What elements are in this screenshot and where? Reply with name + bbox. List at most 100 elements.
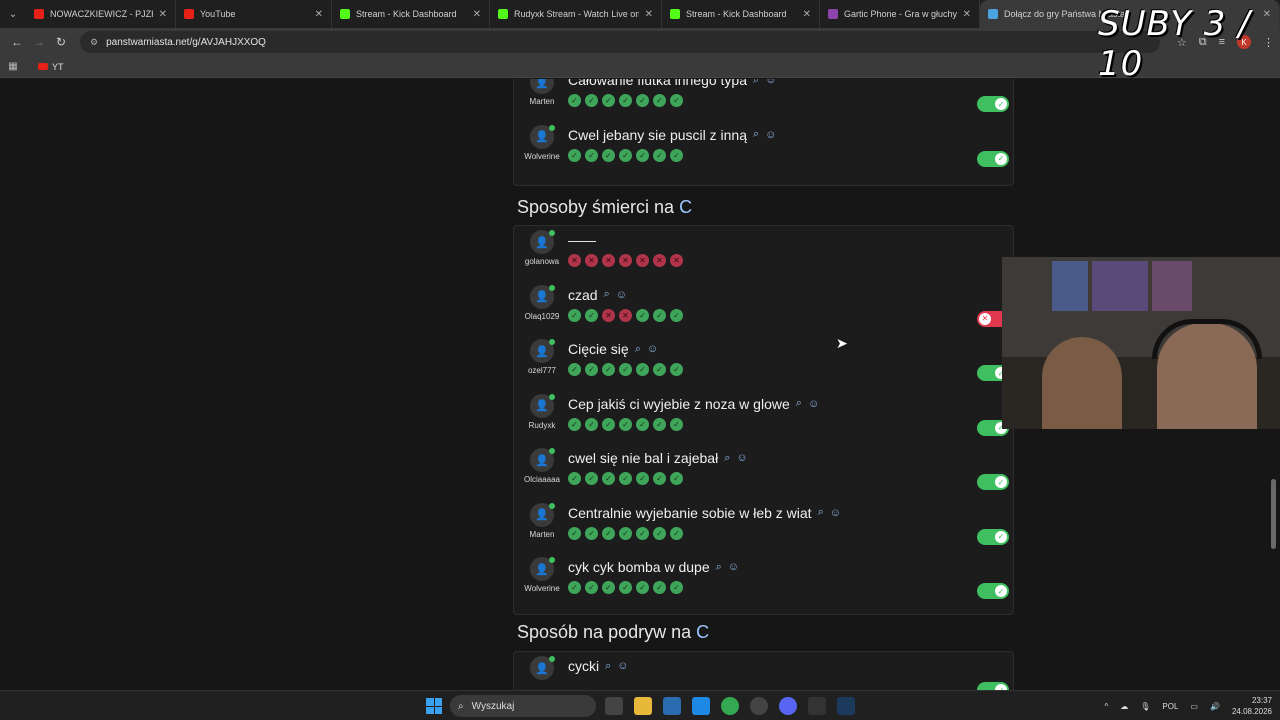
answers-card: 👤 cycki ⌕ ☺ ✓ <box>513 651 1014 690</box>
user-icon: 👤 <box>535 79 549 89</box>
accept-toggle[interactable]: ✓ <box>977 96 1009 112</box>
forward-arrow-icon[interactable]: → <box>28 35 50 49</box>
accept-toggle[interactable]: ✓ <box>977 528 1009 545</box>
player: 👤 Olciaaaaa <box>520 448 564 484</box>
user-icon: 👤 <box>535 509 549 521</box>
clock[interactable]: 23:37 24.08.2026 <box>1232 695 1272 717</box>
vote-accept-icon: ✓ <box>602 94 615 107</box>
user-icon: 👤 <box>535 291 549 303</box>
apps-grid-icon[interactable]: ▦ <box>0 61 26 72</box>
vote-accept-icon: ✓ <box>619 417 632 431</box>
vote-accept-icon: ✓ <box>619 526 632 540</box>
vote-accept-icon: ✓ <box>653 148 666 162</box>
vote-accept-icon: ✓ <box>602 417 615 431</box>
vote-accept-icon: ✓ <box>636 526 649 540</box>
outlook-icon[interactable] <box>692 697 710 715</box>
site-info-icon[interactable]: ⚙ <box>90 37 98 48</box>
emoji-icon[interactable]: ☺ <box>647 343 658 355</box>
answer-row: 👤 cycki ⌕ ☺ ✓ <box>514 656 1015 690</box>
accept-toggle[interactable]: ✓ <box>977 682 1009 690</box>
discord-icon[interactable] <box>779 697 797 715</box>
browser-tab[interactable]: Stream - Kick Dashboard ✕ <box>662 0 820 28</box>
close-icon[interactable]: ✕ <box>645 9 653 20</box>
vote-accept-icon: ✓ <box>585 363 598 376</box>
language-indicator[interactable]: POL <box>1162 702 1178 711</box>
online-dot <box>549 124 555 131</box>
search-icon[interactable]: ⌕ <box>635 343 641 356</box>
browser-tab[interactable]: Rudyxk Stream - Watch Live on ✕ <box>490 0 662 28</box>
close-icon[interactable]: ✕ <box>803 9 811 20</box>
browser-tab[interactable]: NOWACZKIEWICZ - PJZK ft ✕ <box>26 0 176 28</box>
emoji-icon[interactable]: ☺ <box>736 452 747 464</box>
vote-accept-icon: ✓ <box>670 581 683 594</box>
player: 👤 Olaq1029 <box>520 284 564 321</box>
player-name: Rudyxk <box>528 420 556 430</box>
network-icon[interactable]: ▭ <box>1190 702 1198 711</box>
close-icon[interactable]: ✕ <box>963 9 971 20</box>
search-icon[interactable]: ⌕ <box>796 397 802 410</box>
volume-icon[interactable]: 🔊 <box>1210 702 1220 711</box>
tab-title: Stream - Kick Dashboard <box>356 9 457 19</box>
vote-accept-icon: ✓ <box>619 148 632 162</box>
page-scrollbar[interactable] <box>1271 479 1276 549</box>
close-icon[interactable]: ✕ <box>473 9 481 20</box>
search-icon[interactable]: ⌕ <box>605 660 611 673</box>
emoji-icon[interactable]: ☺ <box>765 129 776 141</box>
store-icon[interactable] <box>663 697 681 715</box>
votes: ✓ ✓ ✓ ✓ ✓ ✓ ✓ <box>568 363 683 376</box>
emoji-icon[interactable]: ☺ <box>728 561 739 573</box>
accept-toggle[interactable]: ✓ <box>977 474 1009 490</box>
answer: Całowanie fiutka innego typa ⌕ ☺ <box>568 79 776 88</box>
search-icon[interactable]: ⌕ <box>716 561 722 574</box>
bookmark-yt[interactable]: YT <box>38 62 64 72</box>
reload-icon[interactable]: ↻ <box>50 35 72 49</box>
emoji-icon[interactable]: ☺ <box>765 79 776 86</box>
steam-icon[interactable] <box>837 697 855 715</box>
taskbar-search[interactable]: ⌕ Wyszukaj <box>450 695 596 717</box>
emoji-icon[interactable]: ☺ <box>808 398 819 410</box>
vote-accept-icon: ✓ <box>602 148 615 162</box>
accept-toggle[interactable]: ✓ <box>977 583 1009 599</box>
answer-text: cyk cyk bomba w dupe <box>568 559 710 575</box>
search-icon[interactable]: ⌕ <box>724 452 730 465</box>
emoji-icon[interactable]: ☺ <box>616 289 627 301</box>
chrome-icon[interactable] <box>721 697 739 715</box>
browser-tab[interactable]: YouTube ✕ <box>176 0 332 28</box>
avatar: 👤 <box>530 448 555 472</box>
microphone-icon[interactable]: 🎙 <box>1140 702 1150 711</box>
address-bar[interactable]: ⚙ panstwamiasta.net/g/AVJAHJXXOQ <box>80 31 1160 53</box>
vote-accept-icon: ✓ <box>636 94 649 107</box>
vote-reject-icon: ✕ <box>602 254 615 267</box>
browser-tab[interactable]: Gartic Phone - Gra w głuchy tel ✕ <box>820 0 980 28</box>
close-icon[interactable]: ✕ <box>315 9 323 20</box>
answer: Cwel jebany sie puscil z inną ⌕ ☺ <box>568 127 776 143</box>
tab-title: Gartic Phone - Gra w głuchy tel <box>844 9 957 19</box>
vote-accept-icon: ✓ <box>636 417 649 431</box>
search-icon[interactable]: ⌕ <box>753 79 759 87</box>
avatar: 👤 <box>530 230 555 254</box>
windows-start-icon[interactable] <box>426 698 442 714</box>
answer-text: cycki <box>568 658 600 674</box>
back-arrow-icon[interactable]: ← <box>6 35 28 49</box>
vote-accept-icon: ✓ <box>568 581 581 594</box>
vote-accept-icon: ✓ <box>619 363 632 376</box>
epic-games-icon[interactable] <box>808 697 826 715</box>
emoji-icon[interactable]: ☺ <box>830 507 841 519</box>
search-icon[interactable]: ⌕ <box>753 128 759 141</box>
url-text: panstwamiasta.net/g/AVJAHJXXOQ <box>106 36 266 48</box>
file-explorer-icon[interactable] <box>634 697 652 715</box>
obs-icon[interactable] <box>750 697 768 715</box>
search-icon[interactable]: ⌕ <box>604 288 610 301</box>
answer-text: Cięcie się <box>568 341 629 357</box>
answer-row: 👤 Wolverine cyk cyk bomba w dupe ⌕ ☺ ✓ ✓ ✓ ✓ ✓ ✓ ✓ ✓ <box>514 557 1015 611</box>
tab-bar: ⌄ NOWACZKIEWICZ - PJZK ft✕YouTube✕ Stream… <box>0 0 1280 28</box>
browser-tab[interactable]: Stream - Kick Dashboard ✕ <box>332 0 490 28</box>
tab-search-chevron-icon[interactable]: ⌄ <box>0 0 26 28</box>
task-view-icon[interactable] <box>605 697 623 715</box>
chevron-up-icon[interactable]: ^ <box>1104 702 1108 711</box>
emoji-icon[interactable]: ☺ <box>617 660 628 672</box>
close-icon[interactable]: ✕ <box>159 9 167 20</box>
search-icon[interactable]: ⌕ <box>818 506 824 519</box>
accept-toggle[interactable]: ✓ <box>977 150 1009 167</box>
onedrive-icon[interactable]: ☁ <box>1120 702 1128 711</box>
